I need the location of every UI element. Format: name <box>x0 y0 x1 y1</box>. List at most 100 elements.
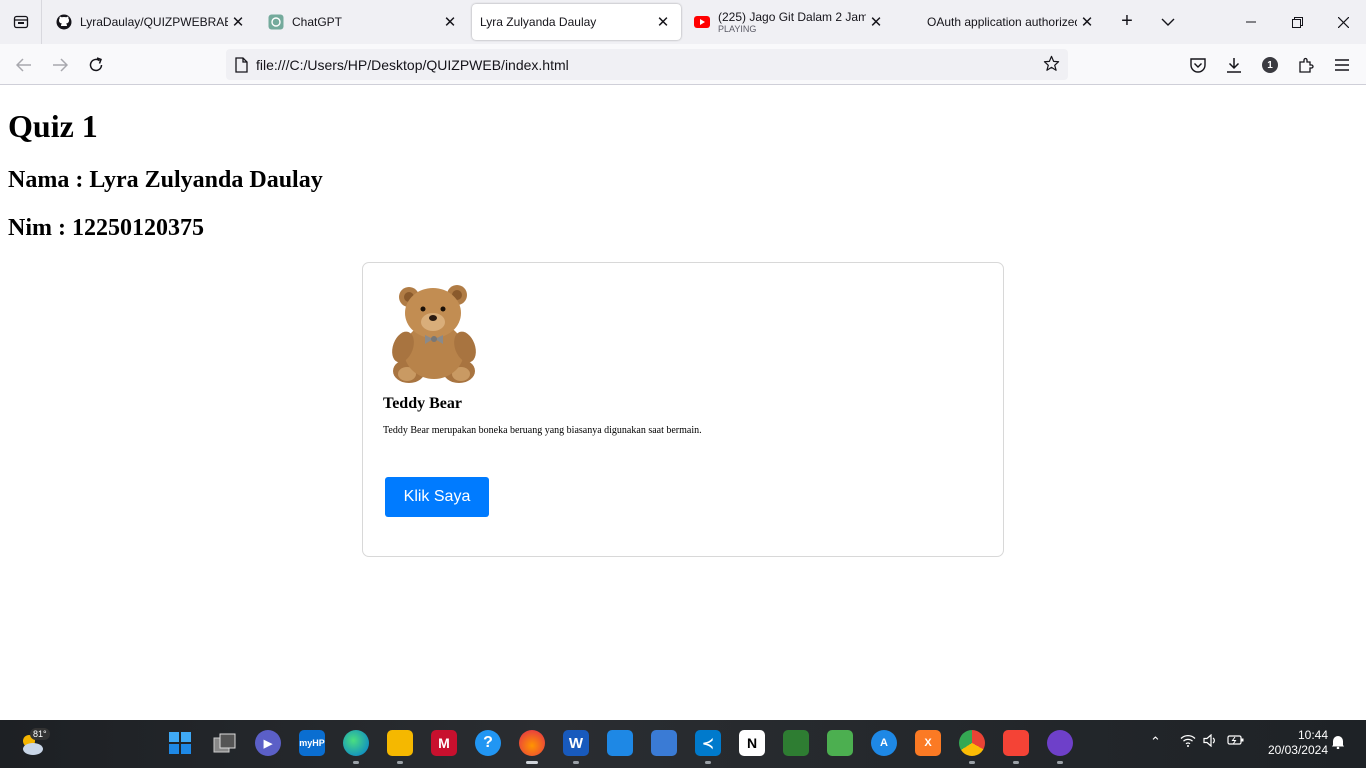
network-app-icon[interactable] <box>783 730 809 756</box>
bookmark-star-icon[interactable] <box>1043 55 1060 77</box>
weather-temp: 81° <box>30 728 50 740</box>
youtube-icon <box>694 14 710 30</box>
minimize-button[interactable] <box>1228 0 1274 44</box>
clock[interactable]: 10:44 20/03/2024 <box>1256 728 1328 758</box>
running-indicator <box>353 761 359 764</box>
app-icon[interactable] <box>607 730 633 756</box>
taskview-icon[interactable] <box>211 730 237 756</box>
downloads-button[interactable] <box>1220 52 1248 78</box>
puzzle-icon <box>1299 57 1314 73</box>
weather-widget[interactable]: 81° <box>18 728 50 758</box>
close-icon[interactable]: ✕ <box>228 12 248 32</box>
close-icon[interactable]: ✕ <box>866 12 886 32</box>
word-icon[interactable]: W <box>563 730 589 756</box>
git-gui-icon[interactable] <box>1003 730 1029 756</box>
address-bar[interactable]: file:///C:/Users/HP/Desktop/QUIZPWEB/ind… <box>226 49 1068 80</box>
product-card: Teddy Bear Teddy Bear merupakan boneka b… <box>362 262 1004 557</box>
firefox-icon[interactable] <box>519 730 545 756</box>
extensions-button[interactable] <box>1292 52 1320 78</box>
tab-title: ChatGPT <box>292 15 343 29</box>
mcafee-icon[interactable]: M <box>431 730 457 756</box>
edge-icon[interactable] <box>343 730 369 756</box>
battery-icon[interactable] <box>1227 734 1245 749</box>
restore-icon <box>1291 16 1303 28</box>
forward-arrow-icon <box>53 58 68 72</box>
running-indicator <box>1013 761 1019 764</box>
firefox-view-button[interactable] <box>0 0 42 44</box>
firefox-view-icon <box>13 15 28 29</box>
tab-active[interactable]: Lyra Zulyanda Daulay ✕ <box>472 4 681 40</box>
running-indicator <box>705 761 711 764</box>
box-icon[interactable] <box>651 730 677 756</box>
volume-icon[interactable] <box>1203 733 1217 750</box>
github-desktop-icon[interactable] <box>1047 730 1073 756</box>
close-icon[interactable]: ✕ <box>440 12 460 32</box>
notion-icon[interactable]: N <box>739 730 765 756</box>
wifi-icon[interactable] <box>1180 734 1196 750</box>
running-indicator <box>526 761 538 764</box>
new-tab-button[interactable]: + <box>1116 11 1138 33</box>
card-description: Teddy Bear merupakan boneka beruang yang… <box>383 425 702 436</box>
page-icon <box>235 56 248 73</box>
list-all-tabs-button[interactable] <box>1157 11 1179 33</box>
file-explorer-icon[interactable] <box>387 730 413 756</box>
notification-bell-icon[interactable] <box>1331 734 1345 752</box>
back-arrow-icon <box>16 58 31 72</box>
windows-taskbar: 81° ▶ myHP M ? W ≺ N A X ⌃ 10:44 20/03/2… <box>0 720 1366 768</box>
tab-github[interactable]: LyraDaulay/QUIZPWEBRABU ✕ <box>48 4 256 40</box>
close-icon[interactable]: ✕ <box>653 12 673 32</box>
pocket-button[interactable] <box>1184 52 1212 78</box>
clock-time: 10:44 <box>1297 728 1328 742</box>
pocket-icon <box>1190 57 1206 73</box>
tab-title: OAuth application authorized <box>927 15 1077 29</box>
menu-button[interactable] <box>1328 52 1356 78</box>
vscode-icon[interactable]: ≺ <box>695 730 721 756</box>
klik-saya-button[interactable]: Klik Saya <box>385 477 489 517</box>
clock-date: 20/03/2024 <box>1267 743 1328 757</box>
close-window-button[interactable] <box>1320 0 1366 44</box>
extension-badge-button[interactable]: 1 <box>1256 52 1284 78</box>
reload-button[interactable] <box>82 52 110 78</box>
hamburger-menu-icon <box>1335 59 1349 71</box>
minimize-icon <box>1246 21 1256 23</box>
github-icon <box>56 14 72 30</box>
url-text: file:///C:/Users/HP/Desktop/QUIZPWEB/ind… <box>256 56 569 73</box>
chevron-up-icon[interactable]: ⌃ <box>1150 734 1161 750</box>
tab-youtube[interactable]: (225) Jago Git Dalam 2 Jam - PLAYING ✕ <box>686 4 894 40</box>
reload-icon <box>89 57 103 72</box>
extension-badge: 1 <box>1262 57 1278 73</box>
appstore-icon[interactable]: A <box>871 730 897 756</box>
close-icon[interactable]: ✕ <box>1077 12 1097 32</box>
student-name: Nama : Lyra Zulyanda Daulay <box>8 167 323 193</box>
tab-chatgpt[interactable]: ChatGPT ✕ <box>260 4 468 40</box>
chrome-icon[interactable] <box>959 730 985 756</box>
teddy-bear-image <box>392 285 476 383</box>
back-button[interactable] <box>10 52 38 78</box>
card-title: Teddy Bear <box>383 395 462 412</box>
running-indicator <box>969 761 975 764</box>
running-indicator <box>397 761 403 764</box>
forward-button[interactable] <box>46 52 74 78</box>
student-nim: Nim : 12250120375 <box>8 215 204 241</box>
chatgpt-icon <box>268 14 284 30</box>
page-title: Quiz 1 <box>8 108 98 144</box>
tab-title-wrap: (225) Jago Git Dalam 2 Jam - PLAYING <box>718 11 866 34</box>
teams-icon[interactable]: ▶ <box>255 730 281 756</box>
running-indicator <box>1057 761 1063 764</box>
help-icon[interactable]: ? <box>475 730 501 756</box>
tab-oauth[interactable]: OAuth application authorized ✕ <box>919 4 1105 40</box>
tab-title: LyraDaulay/QUIZPWEBRABU <box>80 15 228 29</box>
tab-playing-label: PLAYING <box>718 23 757 34</box>
running-indicator <box>573 761 579 764</box>
download-icon <box>1227 58 1241 73</box>
chevron-down-icon <box>1161 18 1175 26</box>
xampp-icon[interactable]: X <box>915 730 941 756</box>
start-icon[interactable] <box>167 730 193 756</box>
tab-bar: LyraDaulay/QUIZPWEBRABU ✕ ChatGPT ✕ Lyra… <box>0 0 1366 44</box>
close-icon <box>1337 16 1349 28</box>
navigation-toolbar: file:///C:/Users/HP/Desktop/QUIZPWEB/ind… <box>0 44 1366 85</box>
tab-title: (225) Jago Git Dalam 2 Jam - <box>718 10 866 24</box>
myhp-icon[interactable]: myHP <box>299 730 325 756</box>
restore-button[interactable] <box>1274 0 1320 44</box>
git-icon[interactable] <box>827 730 853 756</box>
